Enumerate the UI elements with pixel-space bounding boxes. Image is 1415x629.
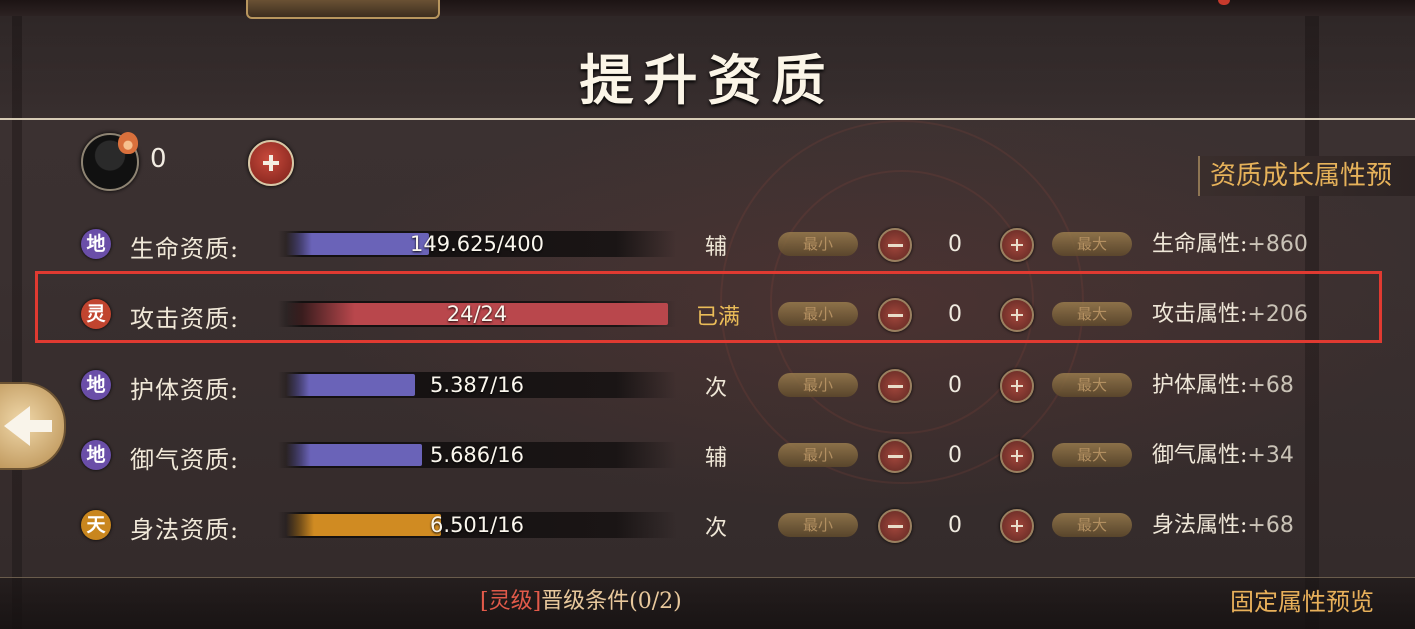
attribute-label: 护体属性: [1152,373,1248,398]
aptitude-row: 天身法资质: 6.501/16 次 最小 0 最大 身法属性:+68 [0,494,1415,556]
attribute-label: 御气属性: [1152,443,1248,468]
decrease-button[interactable] [878,369,912,403]
decrease-button[interactable] [878,509,912,543]
aptitude-value: 149.625/400 [410,232,544,256]
growth-preview-tab[interactable]: 资质成长属性预 [1198,156,1415,196]
add-resource-button[interactable] [248,140,294,186]
aptitude-progress-bar: 5.686/16 [278,442,676,468]
aptitude-status: 辅 [704,235,727,260]
top-strip [0,0,1415,16]
minus-icon [887,524,903,528]
plus-icon [1002,371,1032,401]
upgrade-condition-text: 晋级条件(0/2) [541,589,682,614]
min-button[interactable]: 最小 [778,232,858,256]
attribute-value: +68 [1247,513,1294,538]
allocated-count: 0 [948,443,962,468]
increase-button[interactable] [1000,369,1034,403]
aptitude-status: 辅 [704,446,727,471]
attribute-bonus: 御气属性:+34 [1152,437,1294,469]
resource-count: 0 [150,144,167,174]
aptitude-row: 地生命资质: 149.625/400 辅 最小 0 最大 生命属性:+860 [0,213,1415,275]
increase-button[interactable] [1000,439,1034,473]
upgrade-conditions: [灵级]晋级条件(0/2) [480,583,682,615]
allocated-count: 0 [948,373,962,398]
min-button[interactable]: 最小 [778,443,858,467]
highlight-box [35,271,1382,343]
aptitude-status: 次 [704,516,727,541]
upgrade-grade-tag: [灵级] [480,589,542,614]
attribute-bonus: 护体属性:+68 [1152,367,1294,399]
aptitude-row: 地护体资质: 5.387/16 次 最小 0 最大 护体属性:+68 [0,354,1415,416]
attribute-label: 身法属性: [1152,513,1248,538]
attribute-value: +860 [1247,232,1308,257]
minus-icon [887,454,903,458]
plus-icon [1002,230,1032,260]
top-tab-emblem[interactable] [246,0,440,19]
increase-button[interactable] [1000,509,1034,543]
aptitude-value: 5.387/16 [430,373,524,397]
increase-button[interactable] [1000,228,1034,262]
max-button[interactable]: 最大 [1052,373,1132,397]
aptitude-label: 身法资质: [130,516,240,544]
arrow-shaft [24,420,52,432]
aptitude-row: 地御气资质: 5.686/16 辅 最小 0 最大 御气属性:+34 [0,424,1415,486]
max-button[interactable]: 最大 [1052,513,1132,537]
plus-icon [1002,511,1032,541]
grade-badge-icon: 地 [81,440,111,470]
attribute-value: +34 [1247,443,1294,468]
min-button[interactable]: 最小 [778,373,858,397]
flame-badge-icon [118,132,138,154]
aptitude-label: 生命资质: [130,235,240,263]
aptitude-label: 御气资质: [130,446,240,474]
plus-icon [250,142,292,184]
attribute-bonus: 身法属性:+68 [1152,507,1294,539]
aptitude-progress-bar: 5.387/16 [278,372,676,398]
fixed-attribute-preview-button[interactable]: 固定属性预览 [1230,582,1374,617]
aptitude-status: 次 [704,376,727,401]
grade-badge-icon: 天 [81,510,111,540]
plus-icon [1002,441,1032,471]
aptitude-value: 5.686/16 [430,443,524,467]
footer-panel [0,578,1415,629]
page-title: 提升资质 [579,48,836,112]
allocated-count: 0 [948,232,962,257]
decrease-button[interactable] [878,228,912,262]
title-divider [0,118,1415,120]
attribute-bonus: 生命属性:+860 [1152,226,1308,258]
max-button[interactable]: 最大 [1052,232,1132,256]
max-button[interactable]: 最大 [1052,443,1132,467]
decrease-button[interactable] [878,439,912,473]
minus-icon [887,384,903,388]
aptitude-progress-bar: 6.501/16 [278,512,676,538]
min-button[interactable]: 最小 [778,513,858,537]
grade-badge-icon: 地 [81,229,111,259]
aptitude-value: 6.501/16 [430,513,524,537]
aptitude-label: 护体资质: [130,376,240,404]
allocated-count: 0 [948,513,962,538]
minus-icon [887,243,903,247]
aptitude-progress-bar: 149.625/400 [278,231,676,257]
attribute-value: +68 [1247,373,1294,398]
grade-badge-icon: 地 [81,370,111,400]
attribute-label: 生命属性: [1152,232,1248,257]
